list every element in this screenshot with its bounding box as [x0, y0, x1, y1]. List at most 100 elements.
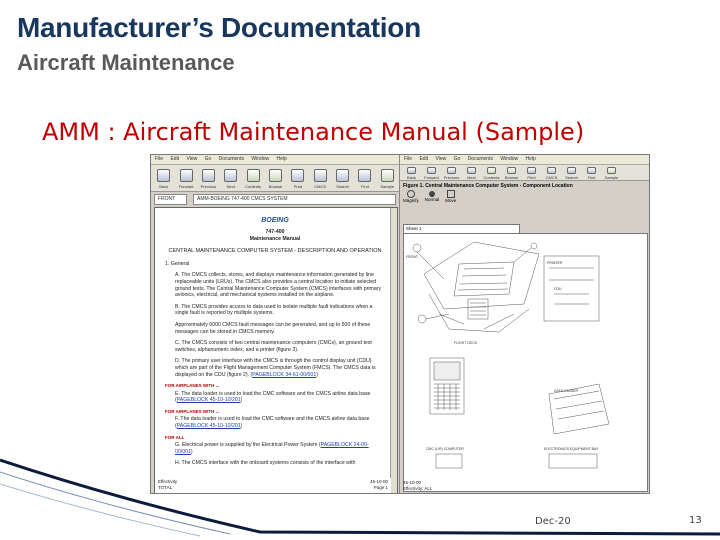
next-label: Next: [467, 175, 476, 180]
document-address[interactable]: AMM-BOEING 747-400 CMCS SYSTEM: [193, 194, 396, 205]
back-button[interactable]: Back: [153, 167, 174, 191]
next-button[interactable]: Next: [462, 166, 481, 180]
cmcs-button[interactable]: CMCS: [542, 166, 561, 180]
back-button[interactable]: Back: [402, 166, 421, 180]
print-button[interactable]: Print: [287, 167, 308, 191]
browse-button[interactable]: Browse: [502, 166, 521, 180]
back-arrow-icon: [407, 167, 416, 174]
front-label: FRONT: [406, 255, 419, 259]
menu-view[interactable]: View: [435, 156, 446, 162]
search-label: Search: [565, 175, 578, 180]
menu-edit[interactable]: Edit: [170, 156, 179, 162]
pedestal-lines: [470, 302, 486, 316]
para-plain: Approximately 6000 CMCS fault messages c…: [175, 321, 371, 335]
general-heading: 1. General: [165, 261, 385, 268]
cockpit-label: FLIGHT DECK: [454, 341, 478, 345]
menu-go[interactable]: Go: [454, 156, 461, 162]
search-button[interactable]: Search: [562, 166, 581, 180]
pageblock-link-1[interactable]: PAGEBLOCK 34-61-00/001: [252, 372, 316, 378]
para-d: D. The primary user interface with the C…: [175, 358, 376, 378]
contents-button[interactable]: Contents: [482, 166, 501, 180]
forward-label: Forward: [178, 184, 194, 189]
normal-button[interactable]: Normal: [424, 190, 440, 202]
next-button[interactable]: Next: [220, 167, 241, 191]
amm-figure-window: File Edit View Go Documents Window Help …: [400, 155, 649, 493]
panel-lines: [457, 267, 509, 291]
menu-documents[interactable]: Documents: [468, 156, 493, 162]
para-a-text: The CMCS collects, stores, and displays …: [175, 272, 382, 299]
left-menu-bar: File Edit View Go Documents Window Help: [151, 155, 399, 165]
forward-button[interactable]: Forward: [422, 166, 441, 180]
normal-label: Normal: [424, 196, 440, 202]
effectivity-note-1: FOR AIRPLANES WITH ...: [165, 383, 220, 389]
contents-label: Contents: [483, 175, 500, 180]
effectivity-note-3: FOR ALL: [165, 434, 185, 440]
forward-label: Forward: [424, 175, 439, 180]
amm-document: BOEING 747-400 Maintenance Manual CENTRA…: [155, 208, 397, 467]
callout-circle-b: [417, 314, 427, 324]
para-g-label: G.: [175, 442, 181, 449]
previous-button[interactable]: Previous: [198, 167, 219, 191]
find-button[interactable]: Find: [354, 167, 375, 191]
para-e: E. The data loader is used to load the C…: [175, 390, 371, 404]
location-select[interactable]: FRONT: [154, 194, 187, 205]
para-g-text: Electrical power is supplied by the Elec…: [181, 442, 318, 449]
para-f: F. The data loader is used to load the C…: [175, 416, 370, 430]
menu-documents[interactable]: Documents: [219, 156, 244, 162]
move-icon: [446, 189, 455, 198]
pageblock-link-3[interactable]: PAGEBLOCK 45-10-10/201: [177, 423, 241, 429]
pedestal-box: [467, 298, 489, 320]
move-button[interactable]: Move: [445, 189, 456, 203]
slide-heading: AMM : Aircraft Maintenance Manual (Sampl…: [42, 118, 585, 146]
search-button[interactable]: Search: [332, 167, 353, 191]
console-lines: [438, 313, 515, 330]
view-buttons: Magnify Normal Move: [403, 189, 456, 203]
slide-date: Dec-20: [535, 516, 571, 527]
menu-file[interactable]: File: [155, 156, 163, 162]
forward-button[interactable]: Forward: [175, 167, 196, 191]
contents-icon: [487, 167, 496, 174]
find-icon: [587, 167, 596, 174]
menu-view[interactable]: View: [186, 156, 197, 162]
magnify-label: Magnify: [403, 197, 419, 203]
cmcs-button[interactable]: CMCS: [310, 167, 331, 191]
figure-title: Figure 1. Central Maintenance Computer S…: [403, 183, 573, 189]
decorative-swoosh: [0, 458, 720, 537]
effectivity-note-2: FOR AIRPLANES WITH ...: [165, 408, 220, 414]
previous-icon: [201, 169, 215, 182]
slide-subtitle: Aircraft Maintenance: [17, 50, 235, 75]
find-button[interactable]: Find: [582, 166, 601, 180]
print-label: Print: [527, 175, 536, 180]
cdu-label: CDU: [554, 287, 562, 291]
menu-go[interactable]: Go: [205, 156, 212, 162]
cmcs-icon: [547, 167, 556, 174]
search-label: Search: [336, 184, 349, 189]
left-toolbar: Back Forward Previous Next Contents Brow…: [151, 165, 399, 192]
para-f-text: The data loader is used to load the CMC …: [180, 416, 370, 423]
menu-window[interactable]: Window: [251, 156, 269, 162]
next-icon: [224, 169, 238, 182]
previous-button[interactable]: Previous: [442, 166, 461, 180]
print-button[interactable]: Print: [522, 166, 541, 180]
general-label: General: [170, 260, 190, 267]
forward-arrow-icon: [427, 167, 436, 174]
sample-button[interactable]: Sample: [377, 167, 398, 191]
menu-file[interactable]: File: [404, 156, 412, 162]
para-b-text: The CMCS provides access to data used to…: [175, 303, 373, 317]
menu-help[interactable]: Help: [526, 156, 536, 162]
menu-edit[interactable]: Edit: [419, 156, 428, 162]
contents-button[interactable]: Contents: [242, 167, 263, 191]
menu-window[interactable]: Window: [500, 156, 518, 162]
printer-label: PRINTER: [547, 261, 563, 265]
magnify-button[interactable]: Magnify: [403, 189, 419, 203]
browse-button[interactable]: Browse: [265, 167, 286, 191]
find-icon: [358, 169, 372, 182]
menu-help[interactable]: Help: [277, 156, 287, 162]
para-d-label: D.: [175, 358, 181, 365]
sample-button[interactable]: Sample: [602, 166, 621, 180]
panel-outline: [453, 261, 515, 297]
console-outline: [428, 293, 530, 333]
pageblock-link-2[interactable]: PAGEBLOCK 45-10-10/201: [177, 397, 241, 403]
cdu-screen: [433, 361, 461, 381]
swoosh-light-line: [0, 471, 231, 535]
